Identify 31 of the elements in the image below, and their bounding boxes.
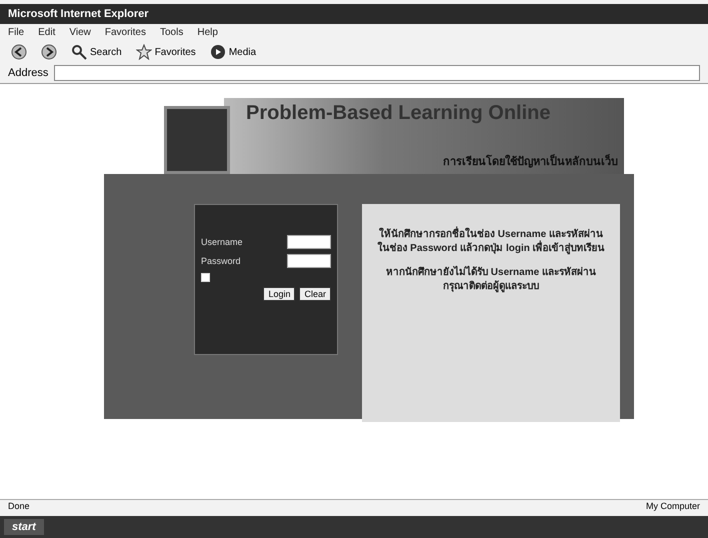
back-icon <box>11 44 27 60</box>
menu-item[interactable]: Edit <box>38 27 56 38</box>
menu-item[interactable]: Tools <box>160 27 184 38</box>
monitor-drawing <box>164 106 230 174</box>
username-label: Username <box>201 237 243 247</box>
login-button[interactable]: Login <box>263 287 296 301</box>
password-field[interactable] <box>287 254 331 268</box>
start-button[interactable]: start <box>4 519 44 535</box>
menu-item[interactable]: File <box>8 27 24 38</box>
menu-item[interactable]: Favorites <box>104 27 146 38</box>
password-label: Password <box>201 256 241 266</box>
window-title: Microsoft Internet Explorer <box>8 8 149 20</box>
search-icon <box>71 44 87 60</box>
address-field[interactable] <box>54 65 700 81</box>
login-button[interactable]: Clear <box>299 287 331 301</box>
address-label: Address <box>8 67 48 79</box>
toolbar-button[interactable]: Favorites <box>132 43 199 61</box>
checkbox[interactable] <box>201 273 210 282</box>
media-icon <box>210 44 226 60</box>
instruction-text: ให้นักศึกษากรอกชื่อในช่อง Username และรหัสผ่านในช่อง Password แล้วกดปุ่ม login เพื่อเข้าสู่บทเรียน <box>374 228 608 256</box>
star-icon <box>136 44 152 60</box>
forward-icon <box>41 44 57 60</box>
site-subtitle: การเรียนโดยใช้ปัญหาเป็นหลักบนเว็บ <box>443 153 618 170</box>
menu-item[interactable]: View <box>69 27 91 38</box>
toolbar-button[interactable]: Search <box>68 43 125 61</box>
zone-text: My Computer <box>646 501 700 513</box>
menu-item[interactable]: Help <box>197 27 218 38</box>
instruction-text: หากนักศึกษายังไม่ได้รับ Username และรหัสผ่าน กรุณาติดต่อผู้ดูแลระบบ <box>385 266 597 294</box>
toolbar-button[interactable]: Media <box>206 43 260 61</box>
status-text: Done <box>8 501 30 513</box>
username-field[interactable] <box>287 235 331 249</box>
